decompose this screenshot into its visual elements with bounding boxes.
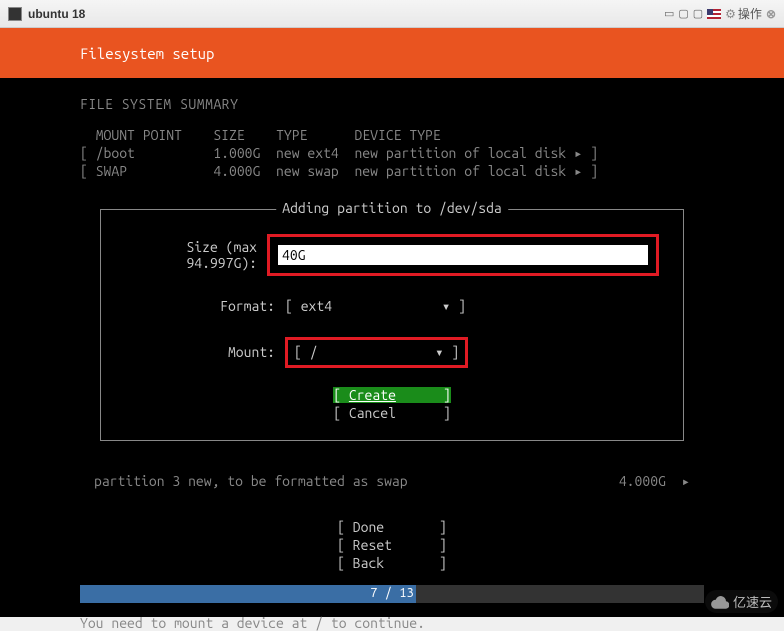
size-input[interactable]	[278, 245, 648, 265]
chevron-right-icon: ▸	[574, 145, 582, 161]
window-title: ubuntu 18	[28, 7, 85, 21]
vm-titlebar: ubuntu 18 ▭ ▢ ▢ ⚙ 操作 ⊗	[0, 0, 784, 28]
mount-label: Mount:	[125, 344, 285, 360]
add-partition-dialog: Adding partition to /dev/sda Size (max 9…	[100, 209, 684, 441]
maximize-icon[interactable]: ▢	[693, 7, 703, 20]
partition-summary-line[interactable]: partition 3 new, to be formatted as swap…	[94, 473, 690, 490]
display-icon[interactable]: ▭	[664, 7, 674, 20]
format-select[interactable]: [ ext4 ▾ ]	[285, 298, 466, 315]
table-row[interactable]: [ /boot 1.000G new ext4 new partition of…	[80, 144, 704, 162]
minimize-icon[interactable]: ▢	[678, 7, 688, 20]
section-title: FILE SYSTEM SUMMARY	[80, 96, 704, 112]
chevron-right-icon: ▸	[574, 163, 582, 179]
page-header: Filesystem setup	[0, 28, 784, 78]
size-highlight	[267, 234, 659, 276]
format-label: Format:	[125, 298, 285, 314]
page-title: Filesystem setup	[80, 45, 214, 62]
table-header-row: MOUNT POINT SIZE TYPE DEVICE TYPE	[80, 126, 704, 144]
chevron-right-icon: ▸	[682, 473, 690, 489]
done-button[interactable]: [ Done ]	[80, 518, 704, 536]
size-label: Size (max 94.997G):	[125, 239, 267, 271]
progress-fill	[80, 585, 416, 603]
partition-size: 4.000G ▸	[619, 473, 690, 490]
flag-icon[interactable]	[707, 9, 721, 19]
filesystem-summary-table: MOUNT POINT SIZE TYPE DEVICE TYPE [ /boo…	[80, 126, 704, 181]
mount-select[interactable]: [ / ▾ ]	[294, 344, 459, 360]
back-button[interactable]: [ Back ]	[80, 554, 704, 572]
mount-highlight: [ / ▾ ]	[285, 337, 468, 368]
partition-desc: partition 3 new, to be formatted as swap	[94, 473, 408, 490]
reset-button[interactable]: [ Reset ]	[80, 536, 704, 554]
cancel-button[interactable]: [ Cancel ]	[333, 405, 451, 421]
gear-icon[interactable]: ⚙	[725, 7, 736, 21]
chevron-down-icon: ▾	[442, 298, 450, 314]
app-icon	[8, 7, 22, 21]
progress-text: 7 / 13	[370, 586, 414, 600]
create-button[interactable]: [ Create ]	[333, 387, 451, 403]
table-row[interactable]: [ SWAP 4.000G new swap new partition of …	[80, 162, 704, 180]
close-icon[interactable]: ⊗	[766, 7, 776, 21]
progress-wrap: 7 / 13	[0, 585, 784, 603]
progress-bar: 7 / 13	[80, 585, 704, 603]
operate-label[interactable]: 操作	[738, 5, 762, 22]
bottom-buttons: [ Done ] [ Reset ] [ Back ]	[80, 518, 704, 573]
watermark: 亿速云	[705, 590, 778, 613]
cloud-icon	[711, 595, 729, 609]
chevron-down-icon: ▾	[435, 344, 443, 360]
installer-screen: Filesystem setup FILE SYSTEM SUMMARY MOU…	[0, 28, 784, 617]
dialog-title: Adding partition to /dev/sda	[276, 200, 508, 216]
